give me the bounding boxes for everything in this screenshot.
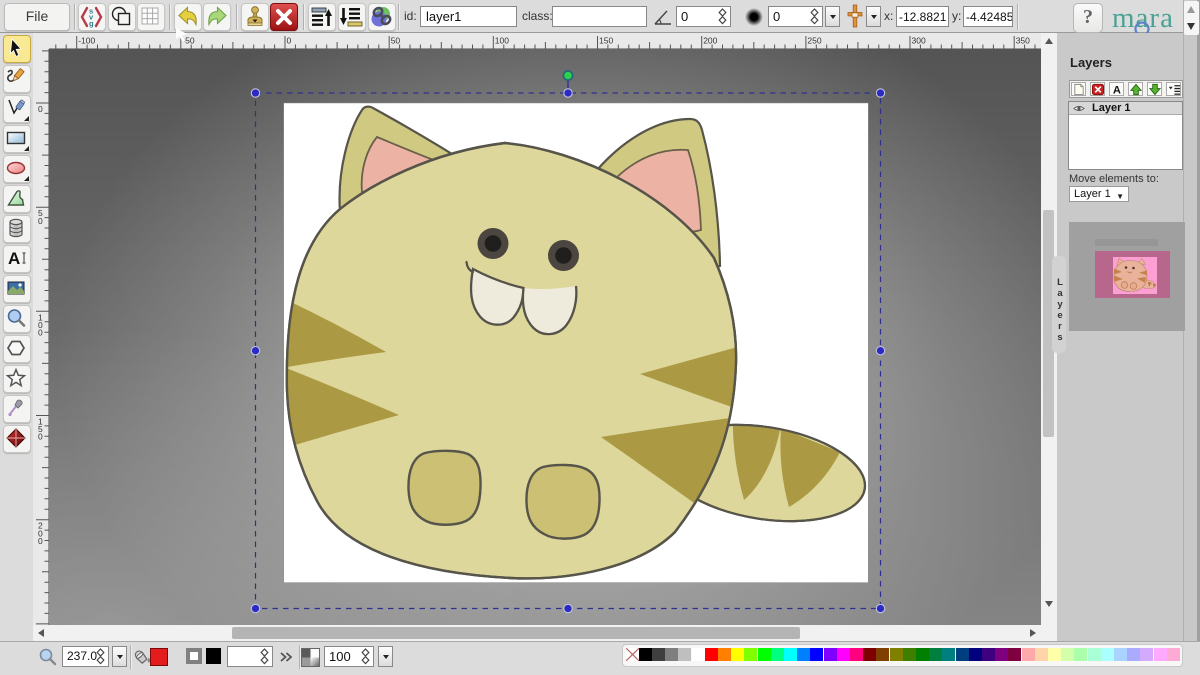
svg-text:mara: mara bbox=[1112, 2, 1174, 34]
svg-text:250: 250 bbox=[807, 36, 821, 46]
svg-text:0: 0 bbox=[38, 432, 43, 442]
svg-text:300: 300 bbox=[912, 36, 926, 46]
svg-text:0: 0 bbox=[38, 328, 43, 338]
svg-text:150: 150 bbox=[599, 36, 613, 46]
svg-text:A: A bbox=[8, 249, 20, 268]
svg-text:0: 0 bbox=[38, 104, 43, 114]
svg-text:0: 0 bbox=[38, 536, 43, 546]
svg-text:A: A bbox=[1113, 85, 1121, 96]
svg-text:g: g bbox=[89, 19, 94, 28]
svg-text:-100: -100 bbox=[78, 36, 95, 46]
svg-text:350: 350 bbox=[1016, 36, 1030, 46]
svg-text:200: 200 bbox=[703, 36, 717, 46]
svg-text:50: 50 bbox=[391, 36, 401, 46]
svg-text:100: 100 bbox=[495, 36, 509, 46]
svg-text:0: 0 bbox=[38, 216, 43, 226]
svg-text:0: 0 bbox=[287, 36, 292, 46]
